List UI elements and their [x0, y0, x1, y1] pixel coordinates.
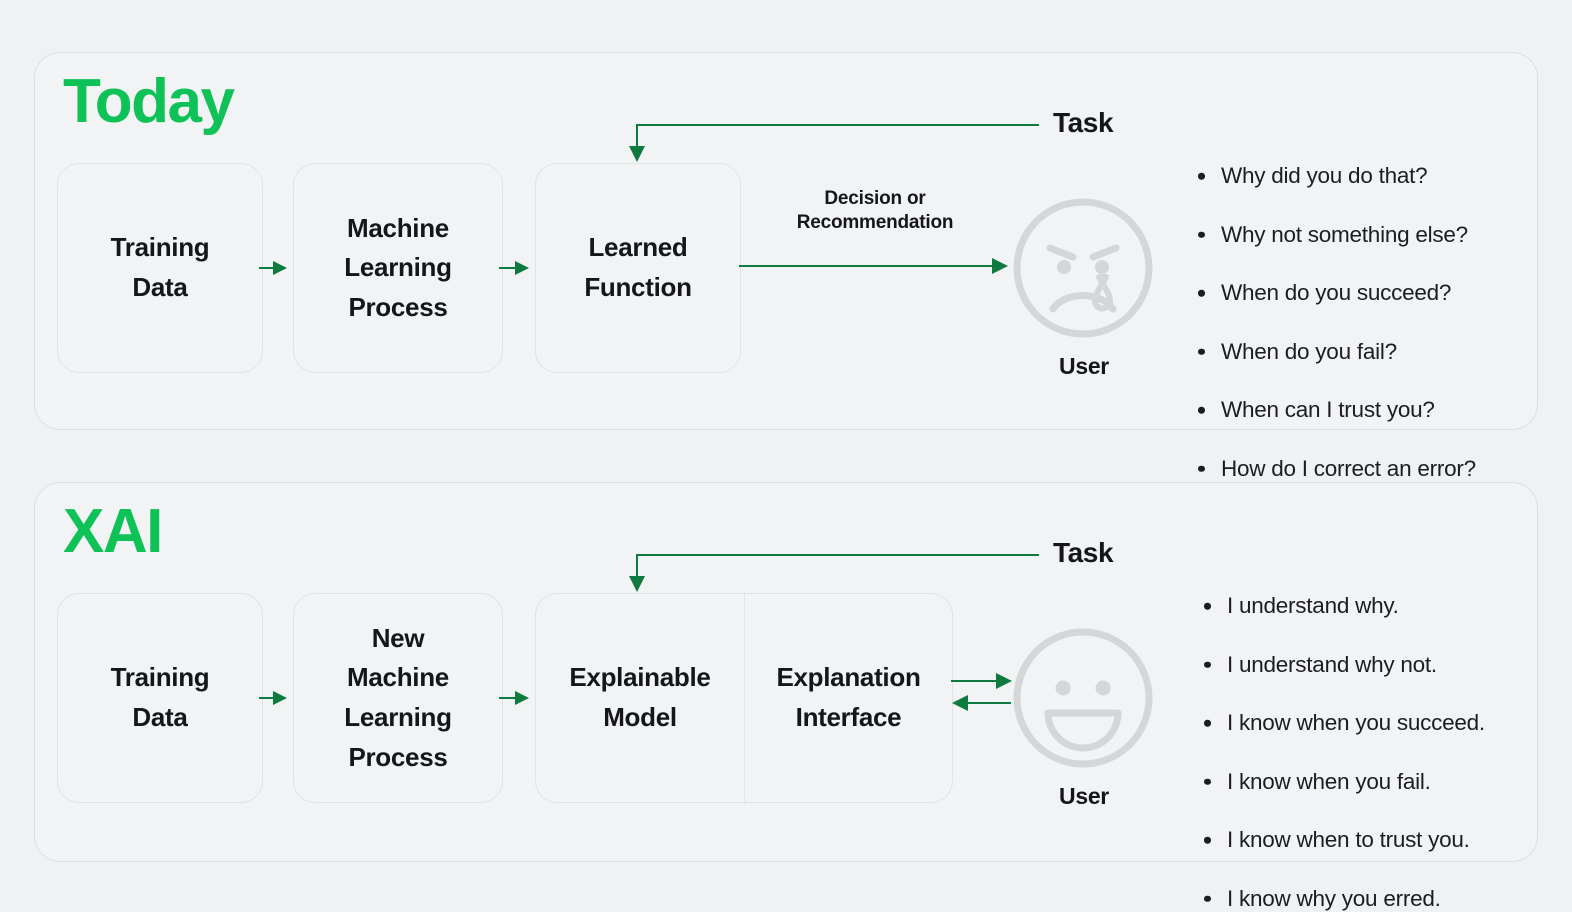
list-item: How do I correct an error? [1195, 457, 1476, 481]
panel-xai: XAI Training Data New Machine Learning Proce… [34, 482, 1538, 909]
arrow-learned-function-to-user [739, 258, 1008, 274]
task-label-today: Task [1053, 107, 1114, 138]
happy-face-icon [1013, 628, 1153, 768]
panel-today: Today Training Data Machine Learning Proces… [34, 52, 1538, 479]
box-training-data-today: Training Data [57, 163, 263, 373]
box-learned-function: Learned Function [535, 163, 741, 373]
user-label-today: User [1059, 353, 1109, 379]
box-explainable-model: Explainable Model [569, 662, 711, 732]
edge-label-line-2: Recommendation [796, 212, 954, 234]
list-item: Why not something else? [1195, 223, 1476, 247]
section-title-xai: XAI [63, 497, 163, 566]
list-item: I know when you succeed. [1201, 711, 1485, 735]
list-item: I know why you erred. [1201, 887, 1485, 911]
box-explanation-interface: Explanation Interface [744, 594, 952, 802]
list-item: Why did you do that? [1195, 164, 1476, 188]
list-item: When can I trust you? [1195, 398, 1476, 422]
box-training-data-xai: Training Data [57, 593, 263, 803]
box-machine-learning-process: Machine Learning Process [293, 163, 503, 373]
box-explainable-pair: Explainable Model Explanation Interface [535, 593, 953, 803]
edge-label-decision-recommendation: Decision or Recommendation [741, 187, 1009, 236]
list-item: When do you succeed? [1195, 281, 1476, 305]
edge-label-line-1: Decision or [824, 188, 926, 209]
task-label-xai: Task [1053, 537, 1114, 568]
list-item: I understand why. [1201, 594, 1485, 618]
user-label-xai: User [1059, 783, 1109, 809]
list-item: I know when you fail. [1201, 770, 1485, 794]
benefit-list-xai: I understand why. I understand why not. … [1201, 594, 1485, 912]
list-item: When do you fail? [1195, 340, 1476, 364]
question-list-today: Why did you do that? Why not something e… [1195, 164, 1476, 516]
diagram-canvas: Today Training Data Machine Learning Proces… [0, 0, 1572, 912]
list-item: I understand why not. [1201, 653, 1485, 677]
section-title-today: Today [63, 67, 235, 136]
box-new-machine-learning-process: New Machine Learning Process [293, 593, 503, 803]
sad-face-icon [1013, 198, 1153, 338]
list-item: I know when to trust you. [1201, 828, 1485, 852]
